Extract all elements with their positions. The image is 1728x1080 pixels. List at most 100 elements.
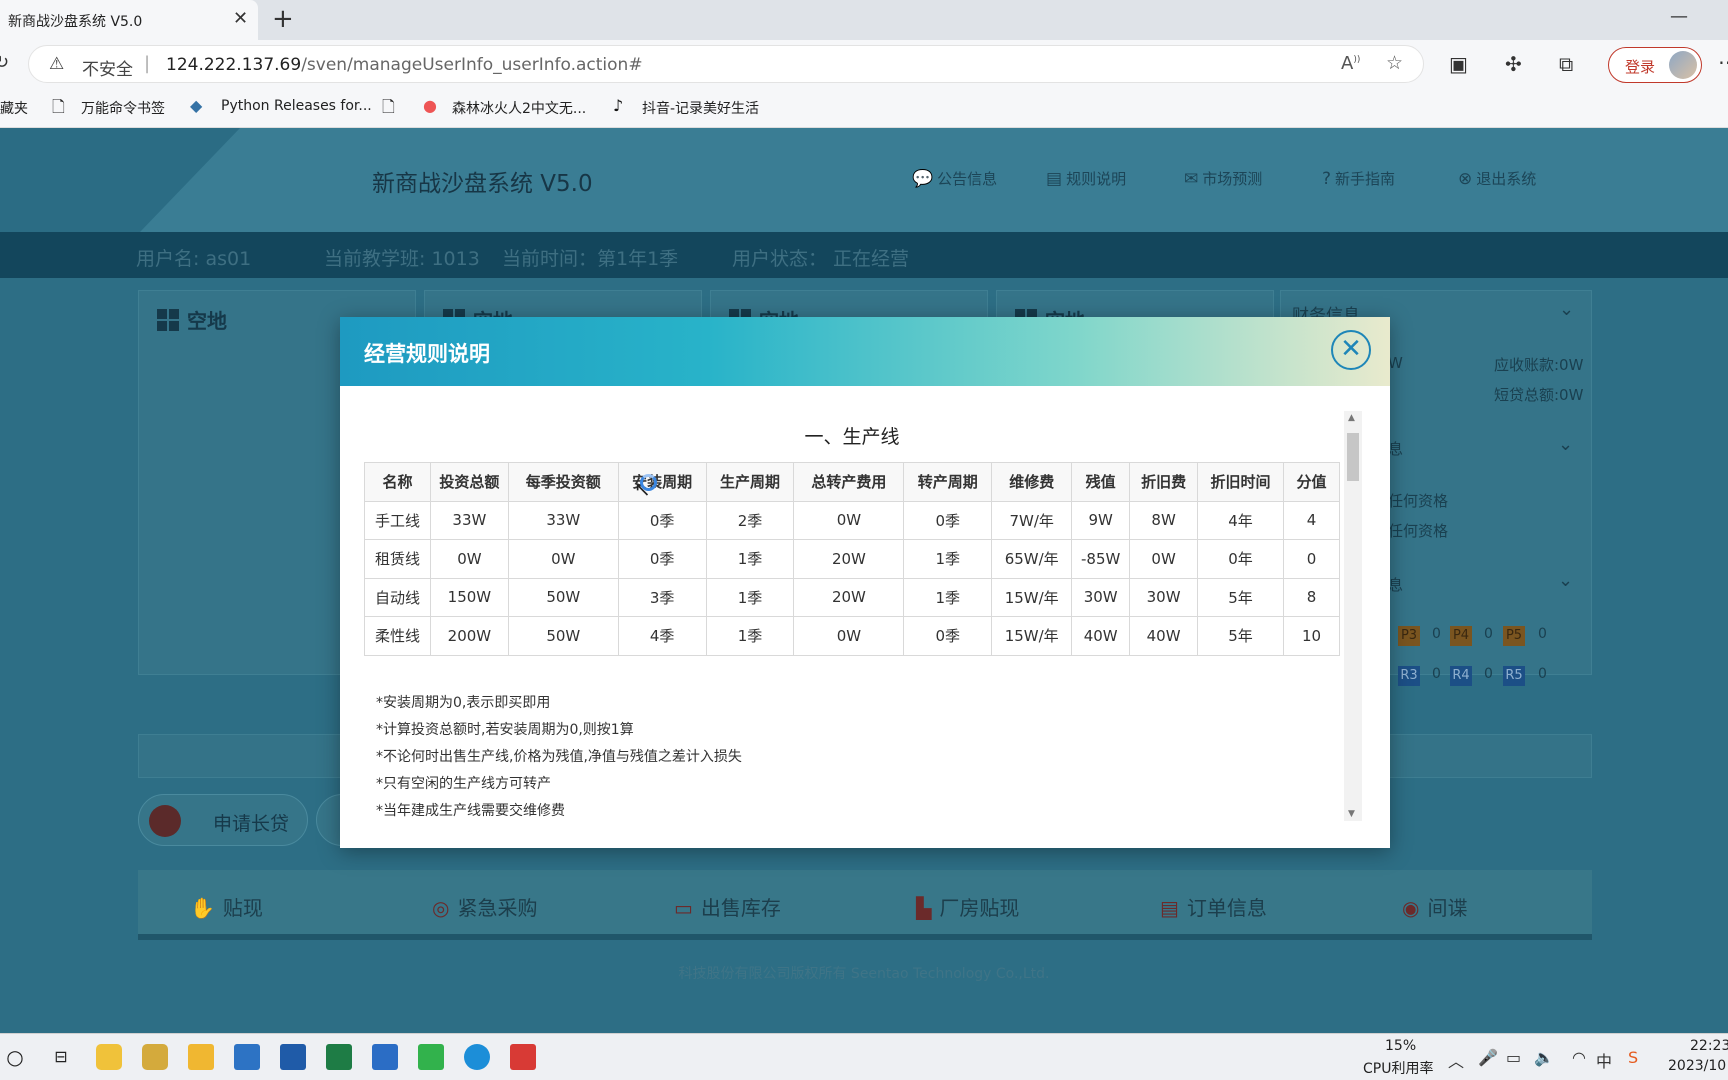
app-icon[interactable] — [142, 1044, 168, 1070]
read-aloud-icon[interactable]: A)) — [1341, 53, 1360, 74]
bookmark-item[interactable]: 抖音-记录美好生活 — [642, 98, 759, 118]
chevron-down-icon[interactable]: ⌄ — [1558, 570, 1573, 591]
bulb-icon: ◎ — [432, 896, 450, 920]
iqiyi-icon[interactable] — [418, 1044, 444, 1070]
emergency-purchase-button[interactable]: ◎ 紧急采购 — [432, 892, 537, 921]
table-cell: 20W — [793, 577, 905, 617]
url-separator: | — [144, 53, 151, 74]
game-icon[interactable]: ▣ — [1449, 52, 1468, 76]
store-icon[interactable] — [280, 1044, 306, 1070]
table-cell: 1季 — [903, 539, 993, 579]
warning-icon[interactable]: ⚠ — [49, 54, 64, 74]
book-icon: ▤ — [1046, 169, 1063, 189]
table-cell: 1季 — [705, 616, 795, 656]
table-cell: 5年 — [1197, 577, 1284, 617]
wifi-icon[interactable]: ◠ — [1572, 1048, 1586, 1067]
qualification-text: 任何资格 — [1388, 522, 1449, 540]
table-row: 自动线 150W 50W 3季 1季 20W 1季 15W/年 30W 30W … — [364, 577, 1340, 617]
table-row: 手工线 33W 33W 0季 2季 0W 0季 7W/年 9W 8W 4年 4 — [364, 500, 1340, 540]
grid-icon — [157, 309, 179, 331]
python-icon: ◆ — [190, 96, 203, 115]
favorite-star-icon[interactable]: ☆ — [1386, 52, 1403, 74]
insecure-label[interactable]: 不安全 — [82, 55, 133, 80]
collections-icon[interactable]: ⧉ — [1559, 52, 1573, 76]
search-circle-icon[interactable]: ○ — [2, 1044, 28, 1070]
windows-taskbar: ○ ⊟ 15% CPU利用率 ︿ 🎤 ▭ 🔈 ◠ 中 S 22:23 2023/… — [0, 1033, 1728, 1080]
new-tab-button[interactable]: + — [272, 4, 294, 34]
scroll-up-icon[interactable]: ▲ — [1348, 413, 1355, 423]
table-cell: 4季 — [617, 616, 707, 656]
microphone-icon[interactable]: 🎤 — [1478, 1048, 1498, 1067]
order-info-button[interactable]: ▤ 订单信息 — [1160, 892, 1267, 921]
close-circle-icon: ⊗ — [1458, 169, 1473, 189]
bookmark-item[interactable]: 万能命令书签 — [81, 98, 165, 118]
apply-long-loan-button[interactable]: 申请长贷 — [138, 794, 308, 846]
sell-inventory-button[interactable]: ▭ 出售库存 — [674, 892, 781, 921]
clock-date[interactable]: 2023/10 — [1668, 1058, 1726, 1074]
money-bag-icon — [149, 805, 181, 837]
status-time: 当前时间：第1年1季 — [502, 248, 679, 270]
column-header: 折旧时间 — [1197, 462, 1284, 502]
table-cell: 20W — [793, 539, 905, 579]
table-cell: 7W/年 — [991, 500, 1073, 540]
url-path: /sven/manageUserInfo_userInfo.action# — [301, 55, 643, 75]
table-cell: 15W/年 — [991, 577, 1073, 617]
copyright: 科技股份有限公司版权所有 Seentao Technology Co.,Ltd. — [678, 966, 1050, 982]
factory-discount-button[interactable]: ▙ 厂房贴现 — [916, 892, 1019, 921]
nav-market-forecast[interactable]: ✉ 市场预测 — [1184, 168, 1262, 189]
tab-close-icon[interactable]: ✕ — [233, 8, 248, 29]
column-header: 分值 — [1282, 462, 1340, 502]
table-cell: -85W — [1071, 539, 1131, 579]
chevron-down-icon[interactable]: ⌄ — [1559, 299, 1574, 320]
excel-icon[interactable] — [326, 1044, 352, 1070]
chevron-up-icon[interactable]: ︿ — [1448, 1048, 1464, 1072]
more-menu-icon[interactable]: ⋯ — [1718, 50, 1728, 74]
chevron-down-icon[interactable]: ⌄ — [1558, 434, 1573, 455]
column-header: 转产周期 — [903, 462, 993, 502]
nav-announcements[interactable]: 💬 公告信息 — [912, 168, 997, 189]
ime-indicator[interactable]: 中 — [1596, 1048, 1612, 1072]
table-cell: 0季 — [617, 539, 707, 579]
app-icon[interactable] — [96, 1044, 122, 1070]
task-view-icon[interactable]: ⊟ — [48, 1044, 74, 1070]
url-text[interactable]: 124.222.137.69/sven/manageUserInfo_userI… — [166, 55, 643, 75]
nav-rules[interactable]: ▤ 规则说明 — [1046, 168, 1126, 189]
table-row: 柔性线 200W 50W 4季 1季 0W 0季 15W/年 40W 40W 5… — [364, 616, 1340, 656]
table-cell: 1季 — [903, 577, 993, 617]
bookmark-item[interactable]: Python Releases for... — [221, 98, 372, 114]
edge-icon[interactable] — [464, 1044, 490, 1070]
mail-icon[interactable] — [234, 1044, 260, 1070]
nav-guide[interactable]: ? 新手指南 — [1322, 168, 1395, 189]
bookmark-favorites[interactable]: 藏夹 — [0, 98, 28, 118]
app-icon[interactable] — [372, 1044, 398, 1070]
reload-icon[interactable]: ↻ — [0, 52, 9, 73]
table-cell: 200W — [429, 616, 509, 656]
table-cell: 0季 — [617, 500, 707, 540]
bookmark-item[interactable]: 森林冰火人2中文无... — [452, 98, 586, 118]
browser-tab[interactable]: 新商战沙盘系统 V5.0 ✕ — [0, 0, 258, 40]
wps-icon[interactable] — [510, 1044, 536, 1070]
scroll-down-icon[interactable]: ▼ — [1348, 809, 1355, 819]
modal-scrollbar[interactable]: ▲ ▼ — [1344, 411, 1362, 821]
discount-button[interactable]: ✋ 贴现 — [190, 892, 263, 921]
sogou-icon[interactable]: S — [1628, 1048, 1638, 1067]
table-cell: 手工线 — [364, 500, 431, 540]
modal-body[interactable]: 一、生产线 名称 投资总额 每季投资额 安装周期 生产周期 总转产费用 转产周期… — [364, 409, 1340, 821]
table-cell: 15W/年 — [991, 616, 1073, 656]
address-toolbar: ↻ ⚠ 不安全 | 124.222.137.69/sven/manageUser… — [0, 40, 1728, 88]
volume-icon[interactable]: 🔈 — [1534, 1048, 1554, 1067]
rule-note: *安装周期为0,表示即买即用 — [376, 695, 551, 711]
login-button[interactable]: 登录 — [1608, 47, 1702, 83]
close-icon[interactable]: ✕ — [1331, 330, 1371, 370]
file-explorer-icon[interactable] — [188, 1044, 214, 1070]
address-bar[interactable]: ⚠ 不安全 | 124.222.137.69/sven/manageUserIn… — [28, 45, 1424, 83]
minimize-button[interactable]: — — [1670, 6, 1688, 27]
nav-logout[interactable]: ⊗ 退出系统 — [1458, 168, 1536, 189]
scroll-thumb[interactable] — [1347, 433, 1359, 481]
clock-time[interactable]: 22:23 — [1690, 1038, 1728, 1054]
column-header: 折旧费 — [1129, 462, 1199, 502]
battery-icon[interactable]: ▭ — [1506, 1048, 1521, 1067]
extensions-icon[interactable]: ✣ — [1505, 52, 1522, 76]
spy-button[interactable]: ◉ 间谍 — [1402, 892, 1467, 921]
finance-fragment: W — [1388, 354, 1403, 372]
